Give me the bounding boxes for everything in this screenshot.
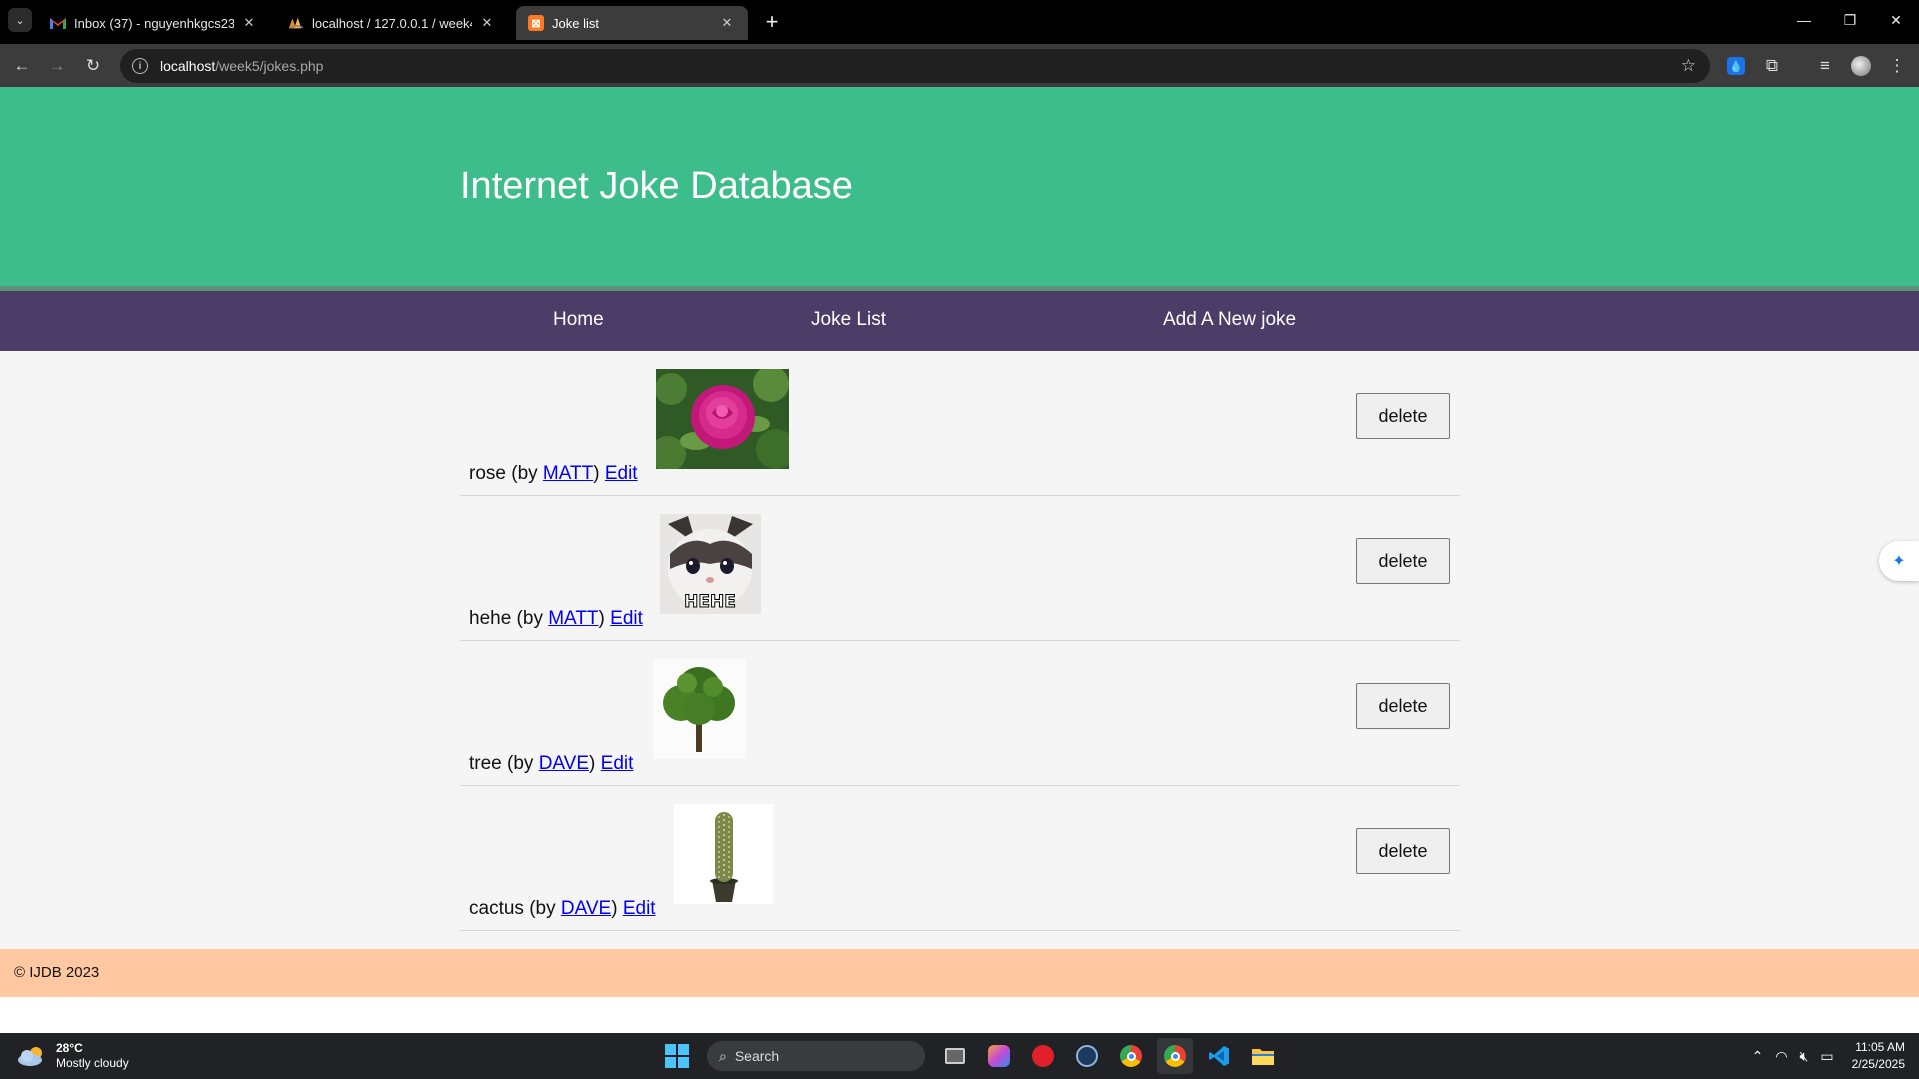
tab-search-button[interactable]: ⌄ bbox=[8, 8, 32, 32]
site-info-icon[interactable]: i bbox=[132, 58, 148, 74]
steam-icon[interactable] bbox=[1069, 1038, 1105, 1074]
xampp-icon: ⊠ bbox=[528, 15, 544, 31]
back-arrow-icon[interactable]: ← bbox=[7, 51, 37, 81]
edit-link[interactable]: Edit bbox=[605, 463, 638, 484]
nav-home[interactable]: Home bbox=[553, 309, 604, 331]
tree-image bbox=[653, 659, 746, 759]
delete-button[interactable]: delete bbox=[1356, 683, 1450, 729]
windows-start-icon[interactable] bbox=[659, 1038, 695, 1074]
tab-gmail[interactable]: Inbox (37) - nguyenhkgcs2302 ✕ bbox=[38, 6, 270, 40]
wifi-icon[interactable]: ◠ bbox=[1775, 1048, 1787, 1065]
minimize-icon[interactable]: — bbox=[1781, 6, 1827, 34]
author-link[interactable]: DAVE bbox=[561, 898, 611, 919]
clock-date: 2/25/2025 bbox=[1851, 1057, 1905, 1071]
joke-text: tree (by DAVE) Edit bbox=[469, 753, 634, 774]
address-bar[interactable]: i localhost/week5/jokes.php ☆ bbox=[120, 49, 1710, 83]
browser-tab-bar: ⌄ Inbox (37) - nguyenhkgcs2302 ✕ localho… bbox=[0, 0, 1919, 44]
extensions-puzzle-icon[interactable]: ⧉ bbox=[1757, 51, 1787, 81]
edit-link[interactable]: Edit bbox=[601, 753, 634, 774]
new-tab-button[interactable]: + bbox=[758, 8, 786, 36]
tab-joke-list[interactable]: ⊠ Joke list ✕ bbox=[516, 6, 748, 40]
search-placeholder: Search bbox=[734, 1048, 780, 1064]
tab-title: localhost / 127.0.0.1 / week4 / j bbox=[312, 15, 472, 31]
window-close-icon[interactable]: ✕ bbox=[1873, 6, 1919, 34]
gmail-icon bbox=[50, 15, 66, 31]
clock-time: 11:05 AM bbox=[1855, 1040, 1905, 1054]
extension-drop-icon[interactable]: 💧 bbox=[1721, 51, 1751, 81]
chrome-active-icon[interactable] bbox=[1157, 1038, 1193, 1074]
search-icon: ⌕ bbox=[719, 1047, 727, 1064]
app-red-icon[interactable] bbox=[1025, 1038, 1061, 1074]
taskbar-apps: ⌕ Search bbox=[655, 1038, 1285, 1074]
web-page: Internet Joke Database Home Joke List Ad… bbox=[0, 87, 1919, 1033]
url-path: /week5/jokes.php bbox=[215, 58, 324, 74]
browser-menu-icon[interactable]: ⋮ bbox=[1882, 51, 1912, 81]
task-view-icon[interactable] bbox=[937, 1038, 973, 1074]
joke-list: rose (by MATT) Edit delete hehe (by MATT… bbox=[460, 351, 1460, 931]
weather-desc: Mostly cloudy bbox=[56, 1056, 129, 1070]
nav-add-joke[interactable]: Add A New joke bbox=[1163, 309, 1296, 331]
profile-avatar-icon[interactable] bbox=[1846, 51, 1876, 81]
chevron-up-icon[interactable]: ⌃ bbox=[1752, 1048, 1764, 1065]
close-icon[interactable]: ✕ bbox=[478, 15, 496, 31]
sidebar-assistant-icon[interactable]: ✦ bbox=[1879, 541, 1919, 581]
cactus-image bbox=[674, 804, 773, 904]
media-controls-icon[interactable]: ≡ bbox=[1810, 51, 1840, 81]
volume-muted-icon[interactable]: 🔇︎ bbox=[1800, 1048, 1809, 1065]
restore-icon[interactable]: ❐ bbox=[1827, 6, 1873, 34]
edit-link[interactable]: Edit bbox=[623, 898, 656, 919]
author-link[interactable]: MATT bbox=[543, 463, 593, 484]
delete-button[interactable]: delete bbox=[1356, 393, 1450, 439]
delete-button[interactable]: delete bbox=[1356, 828, 1450, 874]
site-header: Internet Joke Database bbox=[0, 87, 1919, 286]
forward-arrow-icon[interactable]: → bbox=[42, 51, 72, 81]
author-link[interactable]: MATT bbox=[548, 608, 598, 629]
url-host: localhost bbox=[160, 58, 216, 74]
joke-item: hehe (by MATT) Edit HEHE delete bbox=[460, 496, 1460, 641]
phpmyadmin-icon bbox=[288, 15, 304, 31]
system-tray: ⌃ ◠ 🔇︎ ▭ 11:05 AM 2/25/2025 bbox=[1746, 1037, 1905, 1075]
main-nav: Home Joke List Add A New joke bbox=[0, 291, 1919, 351]
rose-image bbox=[656, 369, 789, 469]
clock[interactable]: 11:05 AM 2/25/2025 bbox=[1852, 1039, 1905, 1073]
joke-text: cactus (by DAVE) Edit bbox=[469, 898, 656, 919]
taskbar-search[interactable]: ⌕ Search bbox=[707, 1041, 925, 1071]
site-footer: © IJDB 2023 bbox=[0, 949, 1919, 997]
joke-item: rose (by MATT) Edit delete bbox=[460, 351, 1460, 496]
tab-title: Inbox (37) - nguyenhkgcs2302 bbox=[74, 15, 234, 31]
close-icon[interactable]: ✕ bbox=[240, 15, 258, 31]
joke-text: hehe (by MATT) Edit bbox=[469, 608, 643, 629]
author-link[interactable]: DAVE bbox=[539, 753, 589, 774]
battery-icon[interactable]: ▭ bbox=[1820, 1048, 1833, 1065]
joke-item: cactus (by DAVE) Edit delete bbox=[460, 786, 1460, 931]
site-title: Internet Joke Database bbox=[460, 165, 853, 207]
joke-text: rose (by MATT) Edit bbox=[469, 463, 638, 484]
browser-toolbar: ← → ↻ i localhost/week5/jokes.php ☆ 💧 ⧉ … bbox=[0, 44, 1919, 87]
vscode-icon[interactable] bbox=[1201, 1038, 1237, 1074]
joke-item: tree (by DAVE) Edit delete bbox=[460, 641, 1460, 786]
nav-joke-list[interactable]: Joke List bbox=[811, 309, 886, 331]
edit-link[interactable]: Edit bbox=[610, 608, 643, 629]
page-blank-area bbox=[0, 997, 1919, 1033]
tab-title: Joke list bbox=[552, 15, 599, 31]
weather-temp: 28°C bbox=[56, 1041, 83, 1055]
close-icon[interactable]: ✕ bbox=[718, 15, 736, 31]
tab-phpmyadmin[interactable]: localhost / 127.0.0.1 / week4 / j ✕ bbox=[276, 6, 508, 40]
kitten-caption: HEHE bbox=[684, 592, 736, 612]
cloud-icon bbox=[16, 1045, 46, 1067]
footer-copyright: © IJDB 2023 bbox=[14, 964, 100, 981]
reload-icon[interactable]: ↻ bbox=[78, 51, 108, 81]
bookmark-star-icon[interactable]: ☆ bbox=[1681, 56, 1696, 76]
delete-button[interactable]: delete bbox=[1356, 538, 1450, 584]
file-explorer-icon[interactable] bbox=[1245, 1038, 1281, 1074]
weather-widget[interactable]: 28°C Mostly cloudy bbox=[16, 1041, 129, 1071]
windows-taskbar: 28°C Mostly cloudy ⌕ Search ⌃ ◠ 🔇︎ ▭ 11:… bbox=[0, 1033, 1919, 1079]
kitten-image: HEHE bbox=[660, 514, 761, 614]
copilot-icon[interactable] bbox=[981, 1038, 1017, 1074]
chrome-icon[interactable] bbox=[1113, 1038, 1149, 1074]
